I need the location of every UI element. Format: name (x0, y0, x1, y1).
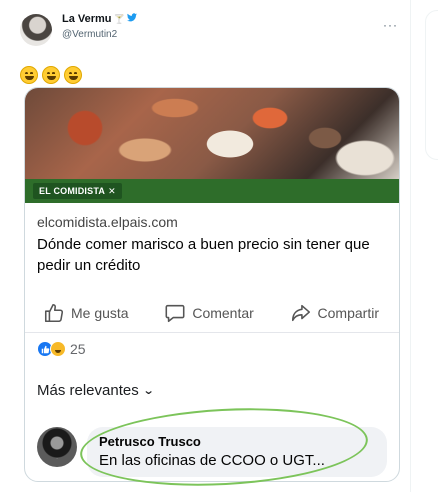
comment-icon (165, 304, 185, 322)
tweet-header: La Vermu 🍸 @Vermutin2 ··· (20, 12, 398, 52)
comment-text: En las oficinas de CCOO o UGT... (99, 452, 325, 469)
link-headline[interactable]: Dónde comer marisco a buen precio sin te… (37, 234, 389, 276)
display-name-text[interactable]: La Vermu (62, 13, 112, 25)
avatar[interactable] (20, 14, 52, 46)
link-domain: elcomidista.elpais.com (37, 214, 178, 230)
comment-label: Comentar (192, 304, 254, 321)
display-name[interactable]: La Vermu 🍸 (62, 12, 137, 27)
comment-button[interactable]: Comentar (164, 302, 254, 324)
reaction-count: 25 (70, 341, 86, 357)
grinning-face-icon (20, 66, 38, 84)
reactions-summary[interactable]: 25 (37, 341, 86, 357)
grinning-face-icon (64, 66, 82, 84)
commenter-avatar[interactable]: · (37, 427, 77, 467)
cocktail-icon: 🍸 (113, 14, 125, 24)
sort-label: Más relevantes (37, 382, 139, 399)
brand-strip: EL COMIDISTA ✕ (25, 179, 399, 203)
like-button[interactable]: Me gusta (43, 302, 129, 324)
embedded-facebook-screenshot[interactable]: EL COMIDISTA ✕ elcomidista.elpais.com Dón… (24, 87, 400, 482)
comment-bubble[interactable]: Petrusco Trusco En las oficinas de CCOO … (87, 427, 387, 477)
link-preview[interactable]: elcomidista.elpais.com Dónde comer maris… (25, 203, 399, 282)
chevron-down-icon: ⌄ (142, 385, 155, 397)
share-button[interactable]: Compartir (290, 302, 379, 324)
commenter-name[interactable]: Petrusco Trusco (99, 433, 375, 450)
handle[interactable]: @Vermutin2 (62, 27, 137, 42)
like-label: Me gusta (71, 304, 129, 321)
comment-sort-dropdown[interactable]: Más relevantes ⌄ (37, 382, 155, 399)
sidebar-card-edge (425, 10, 438, 160)
share-label: Compartir (317, 304, 379, 321)
comment: · Petrusco Trusco En las oficinas de CCO… (37, 427, 387, 477)
grinning-face-icon (42, 66, 60, 84)
thumbs-up-icon (44, 303, 64, 322)
author-block: La Vermu 🍸 @Vermutin2 (62, 12, 137, 42)
el-comidista-logo: EL COMIDISTA ✕ (33, 183, 122, 199)
more-options-icon[interactable]: ··· (383, 18, 398, 32)
share-icon (291, 304, 310, 321)
post-actions: Me gusta Comentar Compartir (25, 293, 399, 333)
haha-icon (50, 341, 66, 357)
right-column-edge (410, 0, 438, 492)
tweet-text-emojis (20, 66, 398, 88)
twitter-bird-icon (126, 12, 137, 27)
seafood-photo[interactable] (25, 88, 399, 179)
